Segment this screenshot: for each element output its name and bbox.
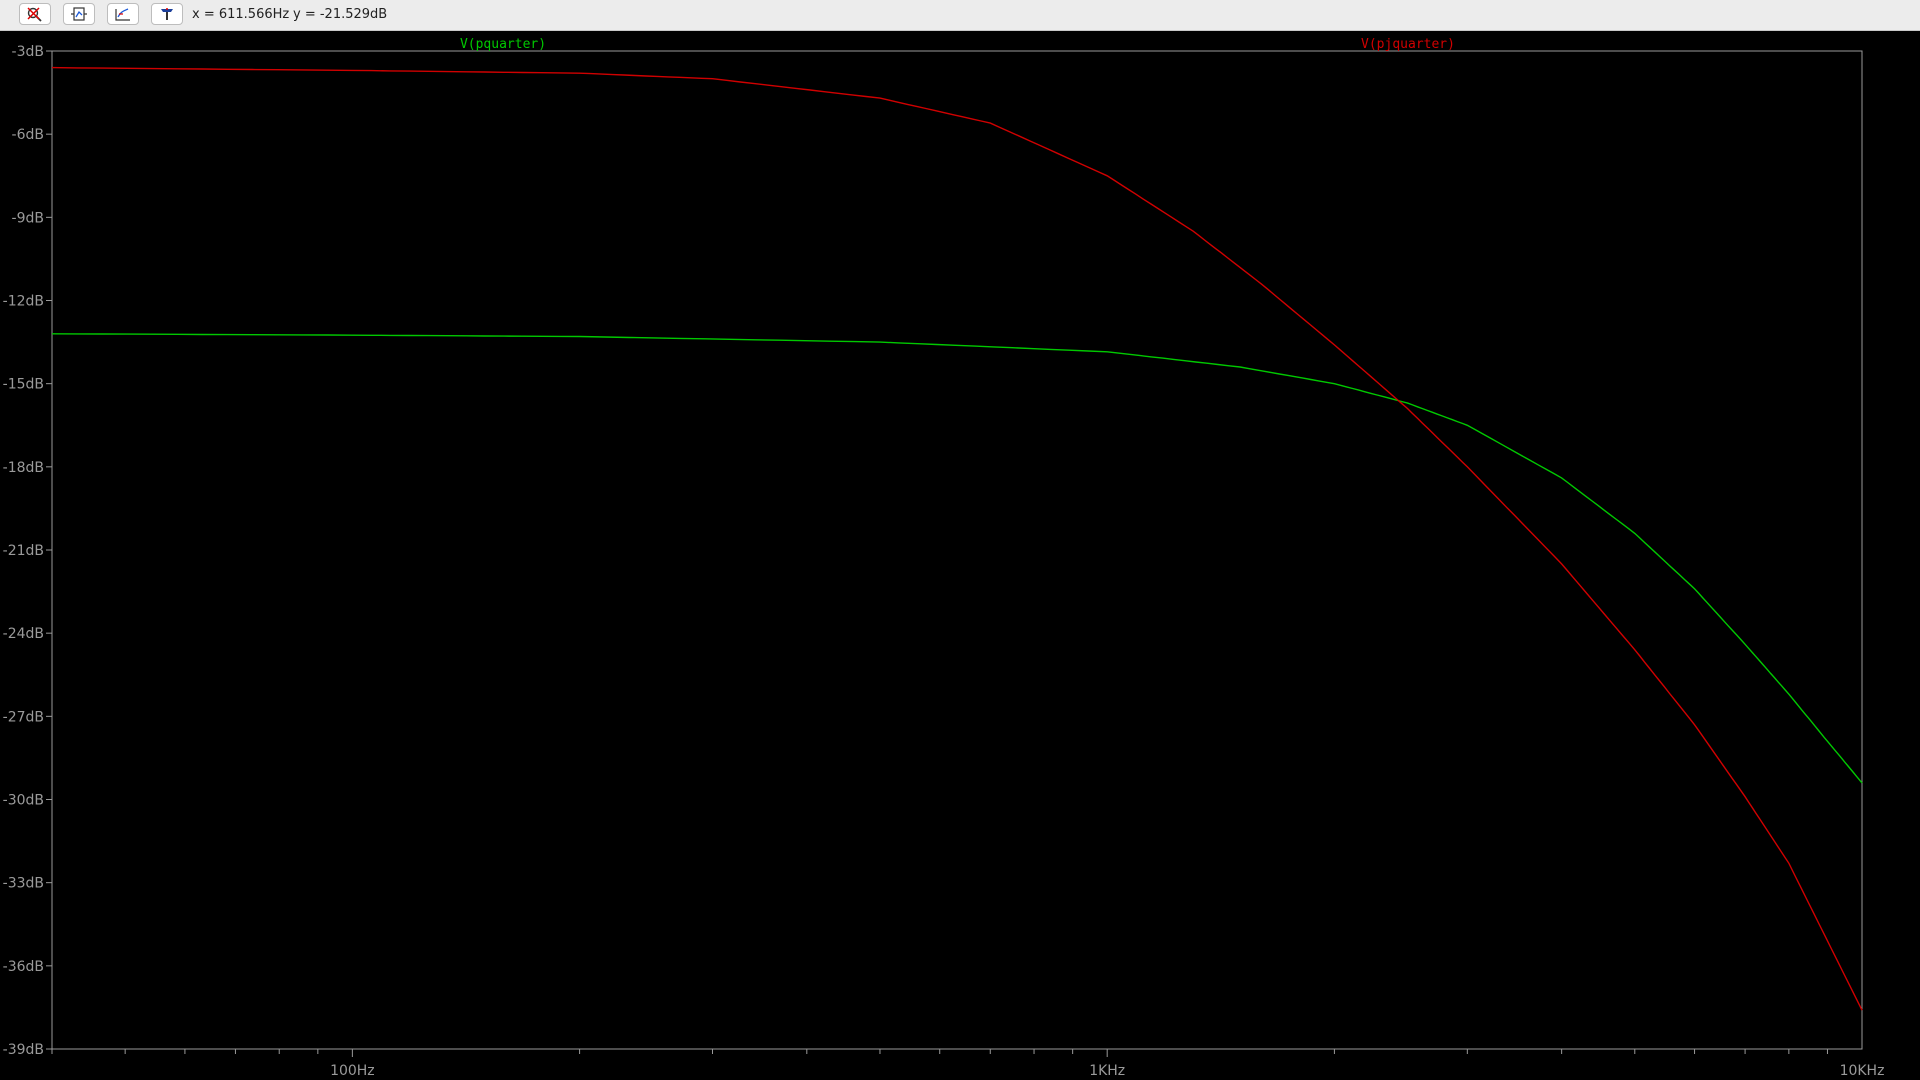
trace-label-v-pjquarter-: V(pjquarter) bbox=[1361, 37, 1455, 52]
y-tick-label: -9dB bbox=[12, 210, 44, 226]
series-line-v-pjquarter- bbox=[51, 66, 1863, 1011]
y-tick-label: -6dB bbox=[12, 127, 44, 143]
pan-icon bbox=[115, 8, 130, 21]
toolbar: x = 611.566Hz y = -21.529dB bbox=[0, 0, 1920, 31]
magnifier-cross-icon bbox=[27, 7, 42, 22]
x-tick-label: 100Hz bbox=[330, 1063, 375, 1079]
cursor-y-readout: y = -21.529dB bbox=[293, 7, 388, 22]
y-tick-label: -3dB bbox=[12, 44, 44, 60]
zoom-extents-button[interactable] bbox=[63, 3, 95, 25]
zoom-extents-icon bbox=[71, 7, 87, 21]
y-tick-label: -33dB bbox=[3, 876, 44, 892]
series-line-v-pquarter- bbox=[51, 333, 1863, 784]
y-tick-label: -30dB bbox=[3, 793, 44, 809]
probe-button[interactable] bbox=[151, 3, 183, 25]
x-tick-label: 10KHz bbox=[1840, 1063, 1885, 1079]
y-tick-label: -12dB bbox=[3, 294, 44, 310]
plot-pane[interactable]: -3dB -6dB -9dB -12dB -15dB -18dB -21dB -24dB -27… bbox=[0, 31, 1920, 1080]
y-tick-label: -18dB bbox=[3, 460, 44, 476]
y-tick-label: -27dB bbox=[3, 709, 44, 725]
zoom-cancel-button[interactable] bbox=[19, 3, 51, 25]
x-tick-label: 1KHz bbox=[1089, 1063, 1125, 1079]
trace-label-v-pquarter-: V(pquarter) bbox=[460, 37, 546, 52]
y-tick-label: -24dB bbox=[3, 626, 44, 642]
probe-icon bbox=[161, 8, 173, 20]
y-tick-label: -39dB bbox=[3, 1042, 44, 1058]
bode-plot[interactable]: -3dB -6dB -9dB -12dB -15dB -18dB -21dB -24dB -27… bbox=[0, 31, 1920, 1080]
y-tick-label: -36dB bbox=[3, 959, 44, 975]
pan-button[interactable] bbox=[107, 3, 139, 25]
cursor-x-readout: x = 611.566Hz bbox=[192, 7, 290, 22]
y-tick-label: -21dB bbox=[3, 543, 44, 559]
y-tick-label: -15dB bbox=[3, 377, 44, 393]
plot-frame bbox=[51, 50, 1863, 1050]
